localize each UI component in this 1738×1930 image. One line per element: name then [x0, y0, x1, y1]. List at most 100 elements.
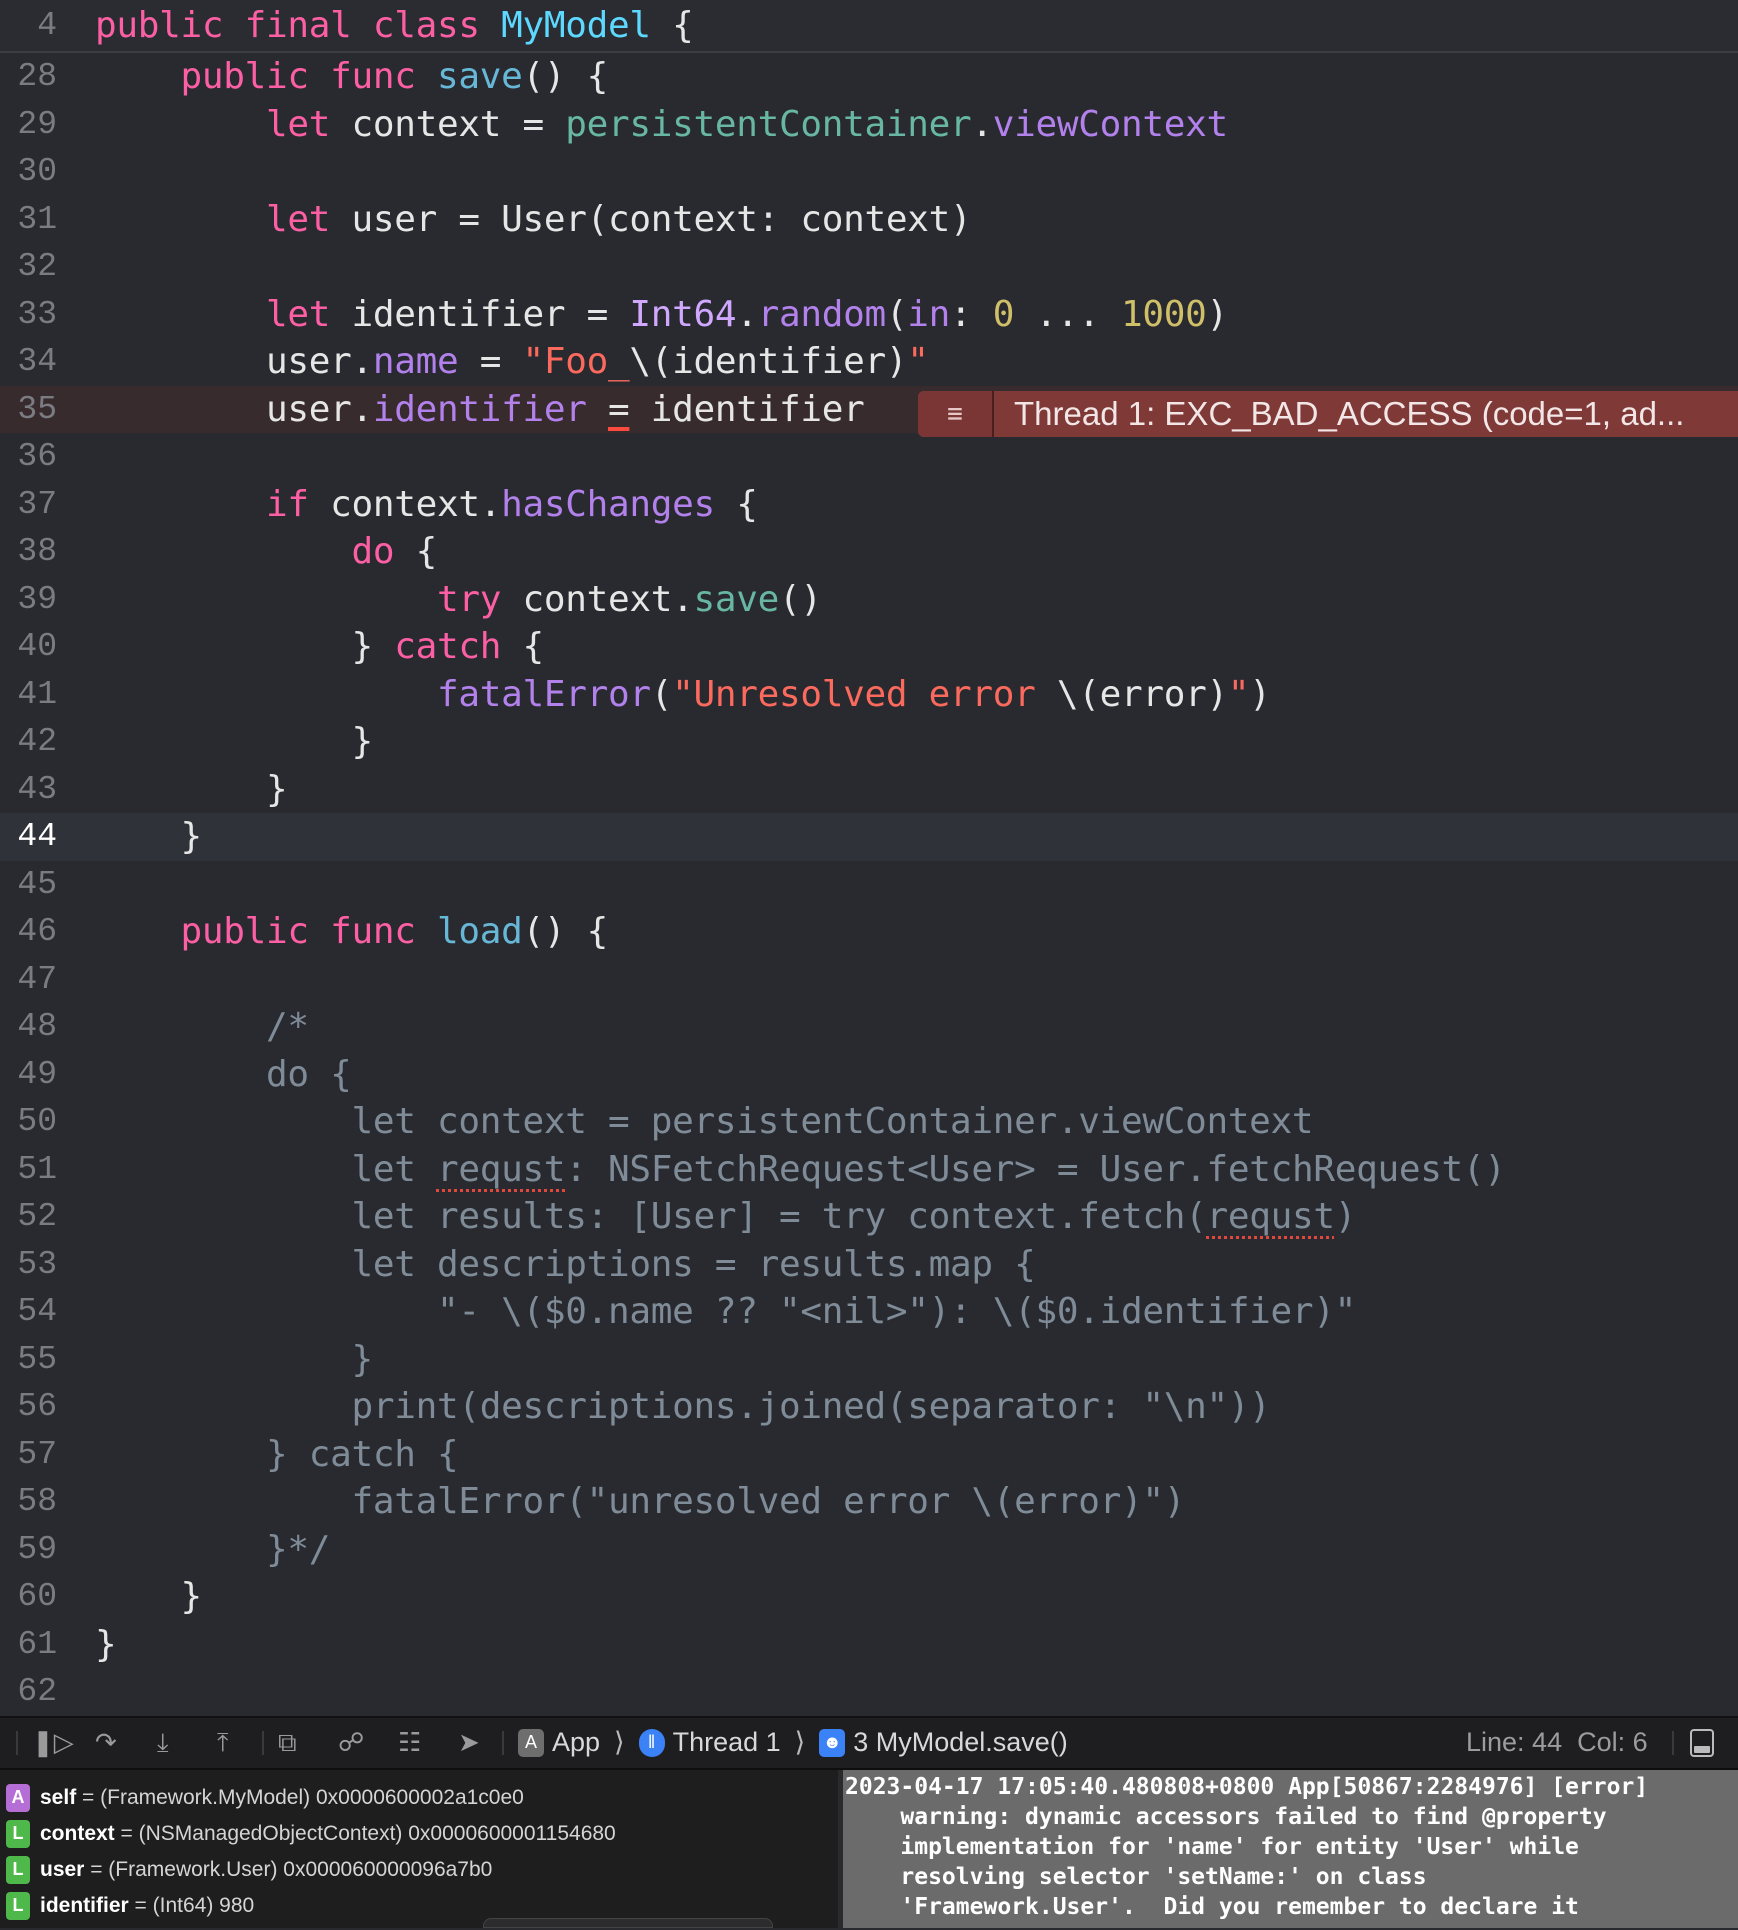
variable-row[interactable]: Aself = (Framework.MyModel) 0x0000600002… [0, 1780, 838, 1816]
line-number[interactable]: 31 [0, 196, 57, 244]
code-line[interactable]: 58 fatalError("unresolved error \(error)… [0, 1478, 1738, 1526]
line-number[interactable]: 44 [0, 813, 57, 861]
code-line[interactable]: 47 [0, 956, 1738, 1004]
error-banner[interactable]: ≡ Thread 1: EXC_BAD_ACCESS (code=1, ad..… [918, 391, 1738, 437]
code-line[interactable]: 50 let context = persistentContainer.vie… [0, 1098, 1738, 1146]
breadcrumb-frame[interactable]: ☻ 3 MyModel.save() [819, 1727, 1068, 1758]
code-line[interactable]: 40 } catch { [0, 623, 1738, 671]
code-line[interactable]: 60 } [0, 1573, 1738, 1621]
code-text: } [95, 718, 373, 766]
console-output[interactable]: 2023-04-17 17:05:40.480808+0800 App[5086… [843, 1769, 1738, 1928]
environment-overrides-icon[interactable]: ☷ [398, 1718, 421, 1768]
code-line[interactable]: 62 [0, 1668, 1738, 1716]
code-line[interactable]: 33 let identifier = Int64.random(in: 0 .… [0, 291, 1738, 339]
code-line[interactable]: 31 let user = User(context: context) [0, 196, 1738, 244]
code-line[interactable]: 46 public func load() { [0, 908, 1738, 956]
line-number[interactable]: 38 [0, 528, 57, 576]
code-line[interactable]: 61} [0, 1621, 1738, 1669]
variables-view[interactable]: Aself = (Framework.MyModel) 0x0000600002… [0, 1769, 838, 1928]
toggle-debug-area-button[interactable] [1690, 1718, 1714, 1768]
code-line[interactable]: 45 [0, 861, 1738, 909]
step-out-icon[interactable]: ⤒ [217, 1718, 229, 1768]
code-line[interactable]: 30 [0, 148, 1738, 196]
code-line[interactable]: 57 } catch { [0, 1431, 1738, 1479]
step-over-icon[interactable]: ↷ [95, 1718, 117, 1768]
code-line[interactable]: 49 do { [0, 1051, 1738, 1099]
line-number[interactable]: 42 [0, 718, 57, 766]
line-number[interactable]: 33 [0, 291, 57, 339]
line-number[interactable]: 55 [0, 1336, 57, 1384]
code-line[interactable]: 51 let requst: NSFetchRequest<User> = Us… [0, 1146, 1738, 1194]
line-number[interactable]: 52 [0, 1193, 57, 1241]
code-line[interactable]: 48 /* [0, 1003, 1738, 1051]
code-token: ( [885, 293, 908, 335]
code-line[interactable]: 55 } [0, 1336, 1738, 1384]
code-editor[interactable]: 4 public final class MyModel { 28 public… [0, 0, 1738, 1716]
code-line[interactable]: 56 print(descriptions.joined(separator: … [0, 1383, 1738, 1431]
line-number[interactable]: 51 [0, 1146, 57, 1194]
variable-row[interactable]: Luser = (Framework.User) 0x000060000096a… [0, 1852, 838, 1888]
line-number[interactable]: 43 [0, 766, 57, 814]
code-token: ) [1334, 1196, 1357, 1237]
line-number[interactable]: 59 [0, 1526, 57, 1574]
line-number[interactable]: 35 [0, 386, 57, 434]
line-number[interactable]: 40 [0, 623, 57, 671]
code-line[interactable]: 41 fatalError("Unresolved error \(error)… [0, 671, 1738, 719]
scrollbar[interactable] [483, 1917, 773, 1928]
line-number[interactable]: 37 [0, 481, 57, 529]
line-number[interactable]: 29 [0, 101, 57, 149]
code-line[interactable]: 42 } [0, 718, 1738, 766]
line-number[interactable]: 61 [0, 1621, 57, 1669]
line-number[interactable]: 32 [0, 243, 57, 291]
code-line[interactable]: 43 } [0, 766, 1738, 814]
code-line[interactable]: 36 [0, 433, 1738, 481]
line-number[interactable]: 54 [0, 1288, 57, 1336]
step-into-icon[interactable]: ⤓ [157, 1718, 169, 1768]
line-number[interactable]: 46 [0, 908, 57, 956]
code-line[interactable]: 39 try context.save() [0, 576, 1738, 624]
view-hierarchy-icon[interactable]: ⧉ [278, 1718, 297, 1768]
line-number[interactable]: 28 [0, 53, 57, 101]
line-number[interactable]: 60 [0, 1573, 57, 1621]
code-token: . [736, 293, 758, 335]
code-line[interactable]: 38 do { [0, 528, 1738, 576]
memory-graph-icon[interactable]: ☍ [338, 1718, 364, 1768]
breadcrumb-thread[interactable]: ‖ Thread 1 [638, 1727, 781, 1758]
breadcrumb: A App ⟩ ‖ Thread 1 ⟩ ☻ 3 MyModel.save() [518, 1718, 1068, 1768]
code-line[interactable]: 29 let context = persistentContainer.vie… [0, 101, 1738, 149]
code-line[interactable]: 37 if context.hasChanges { [0, 481, 1738, 529]
line-number[interactable]: 48 [0, 1003, 57, 1051]
line-number[interactable]: 41 [0, 671, 57, 719]
code-line[interactable]: 34 user.name = "Foo_\(identifier)" [0, 338, 1738, 386]
line-number[interactable]: 34 [0, 338, 57, 386]
line-number[interactable]: 39 [0, 576, 57, 624]
line-number[interactable]: 50 [0, 1098, 57, 1146]
code-line[interactable]: 52 let results: [User] = try context.fet… [0, 1193, 1738, 1241]
line-number[interactable]: 49 [0, 1051, 57, 1099]
breadcrumb-app[interactable]: A App [518, 1727, 600, 1758]
location-icon[interactable]: ➤ [458, 1718, 480, 1768]
code-lines[interactable]: 28 public func save() {29 let context = … [0, 53, 1738, 1716]
continue-icon[interactable]: ❚▷ [32, 1718, 74, 1768]
code-token: { [650, 5, 694, 46]
code-line[interactable]: 54 "- \($0.name ?? "<nil>"): \($0.identi… [0, 1288, 1738, 1336]
sticky-scope-header[interactable]: 4 public final class MyModel { [0, 0, 1738, 53]
line-number[interactable]: 45 [0, 861, 57, 909]
code-line[interactable]: 32 [0, 243, 1738, 291]
line-number[interactable]: 58 [0, 1478, 57, 1526]
line-number[interactable]: 56 [0, 1383, 57, 1431]
line-number[interactable]: 62 [0, 1668, 57, 1716]
code-line[interactable]: 28 public func save() { [0, 53, 1738, 101]
console-line: implementation for 'name' for entity 'Us… [845, 1833, 1579, 1860]
line-number[interactable]: 57 [0, 1431, 57, 1479]
code-token: \(identifier) [629, 341, 908, 382]
code-line[interactable]: 53 let descriptions = results.map { [0, 1241, 1738, 1289]
line-number[interactable]: 36 [0, 433, 57, 481]
line-number[interactable]: 30 [0, 148, 57, 196]
list-icon[interactable]: ≡ [918, 391, 994, 437]
line-number[interactable]: 47 [0, 956, 57, 1004]
code-line[interactable]: 59 }*/ [0, 1526, 1738, 1574]
variable-row[interactable]: Lcontext = (NSManagedObjectContext) 0x00… [0, 1816, 838, 1852]
line-number[interactable]: 53 [0, 1241, 57, 1289]
code-line[interactable]: 44 } [0, 813, 1738, 861]
